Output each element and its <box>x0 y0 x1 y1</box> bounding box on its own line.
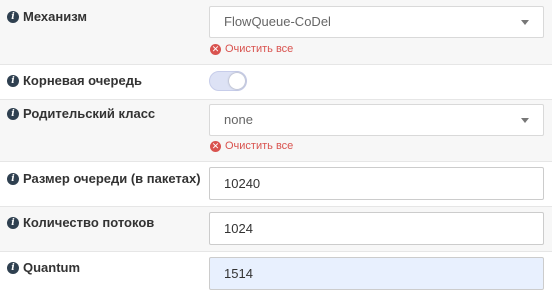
mechanism-select-value: FlowQueue-CoDel <box>224 14 331 29</box>
mechanism-label: Механизм <box>23 9 87 24</box>
flows-row: i Количество потоков <box>0 207 552 252</box>
mechanism-select[interactable]: FlowQueue-CoDel <box>209 6 544 38</box>
info-icon[interactable]: i <box>7 10 19 23</box>
info-icon[interactable]: i <box>7 74 19 87</box>
quantum-input[interactable] <box>209 257 544 290</box>
parent-class-select[interactable]: none <box>209 104 544 136</box>
flows-label: Количество потоков <box>23 215 155 230</box>
info-icon[interactable]: i <box>7 107 19 120</box>
queue-size-label: Размер очереди (в пакетах) <box>23 171 201 186</box>
root-queue-toggle[interactable] <box>209 71 247 91</box>
chevron-down-icon <box>521 118 529 123</box>
clear-x-icon: ✕ <box>210 43 221 55</box>
parent-class-label: Родительский класс <box>23 106 156 121</box>
chevron-down-icon <box>521 20 529 25</box>
queue-size-row: i Размер очереди (в пакетах) <box>0 162 552 207</box>
parent-class-label-wrap: i Родительский класс <box>7 106 155 121</box>
clear-x-icon: ✕ <box>210 140 221 152</box>
info-icon[interactable]: i <box>7 172 19 185</box>
quantum-label: Quantum <box>23 260 81 275</box>
queue-size-label-wrap: i Размер очереди (в пакетах) <box>7 171 201 186</box>
root-queue-row: i Корневая очередь <box>0 65 552 100</box>
toggle-knob <box>229 73 245 89</box>
queue-size-input[interactable] <box>209 167 544 200</box>
flows-input[interactable] <box>209 212 544 245</box>
mechanism-row: i Механизм FlowQueue-CoDel ✕ Очистить вс… <box>0 0 552 65</box>
parent-class-select-value: none <box>224 112 253 127</box>
info-icon[interactable]: i <box>7 216 19 229</box>
mechanism-clear-all[interactable]: ✕ Очистить все <box>210 43 293 55</box>
quantum-label-wrap: i Quantum <box>7 260 80 275</box>
root-queue-label: Корневая очередь <box>23 73 142 88</box>
quantum-row: i Quantum <box>0 252 552 300</box>
parent-class-clear-all[interactable]: ✕ Очистить все <box>210 140 293 152</box>
root-queue-label-wrap: i Корневая очередь <box>7 73 142 88</box>
parent-class-row: i Родительский класс none ✕ Очистить все <box>0 100 552 162</box>
mechanism-label-wrap: i Механизм <box>7 9 87 24</box>
flows-label-wrap: i Количество потоков <box>7 215 154 230</box>
info-icon[interactable]: i <box>7 261 19 274</box>
mechanism-clear-label: Очистить все <box>225 43 294 55</box>
parent-class-clear-label: Очистить все <box>225 140 294 152</box>
